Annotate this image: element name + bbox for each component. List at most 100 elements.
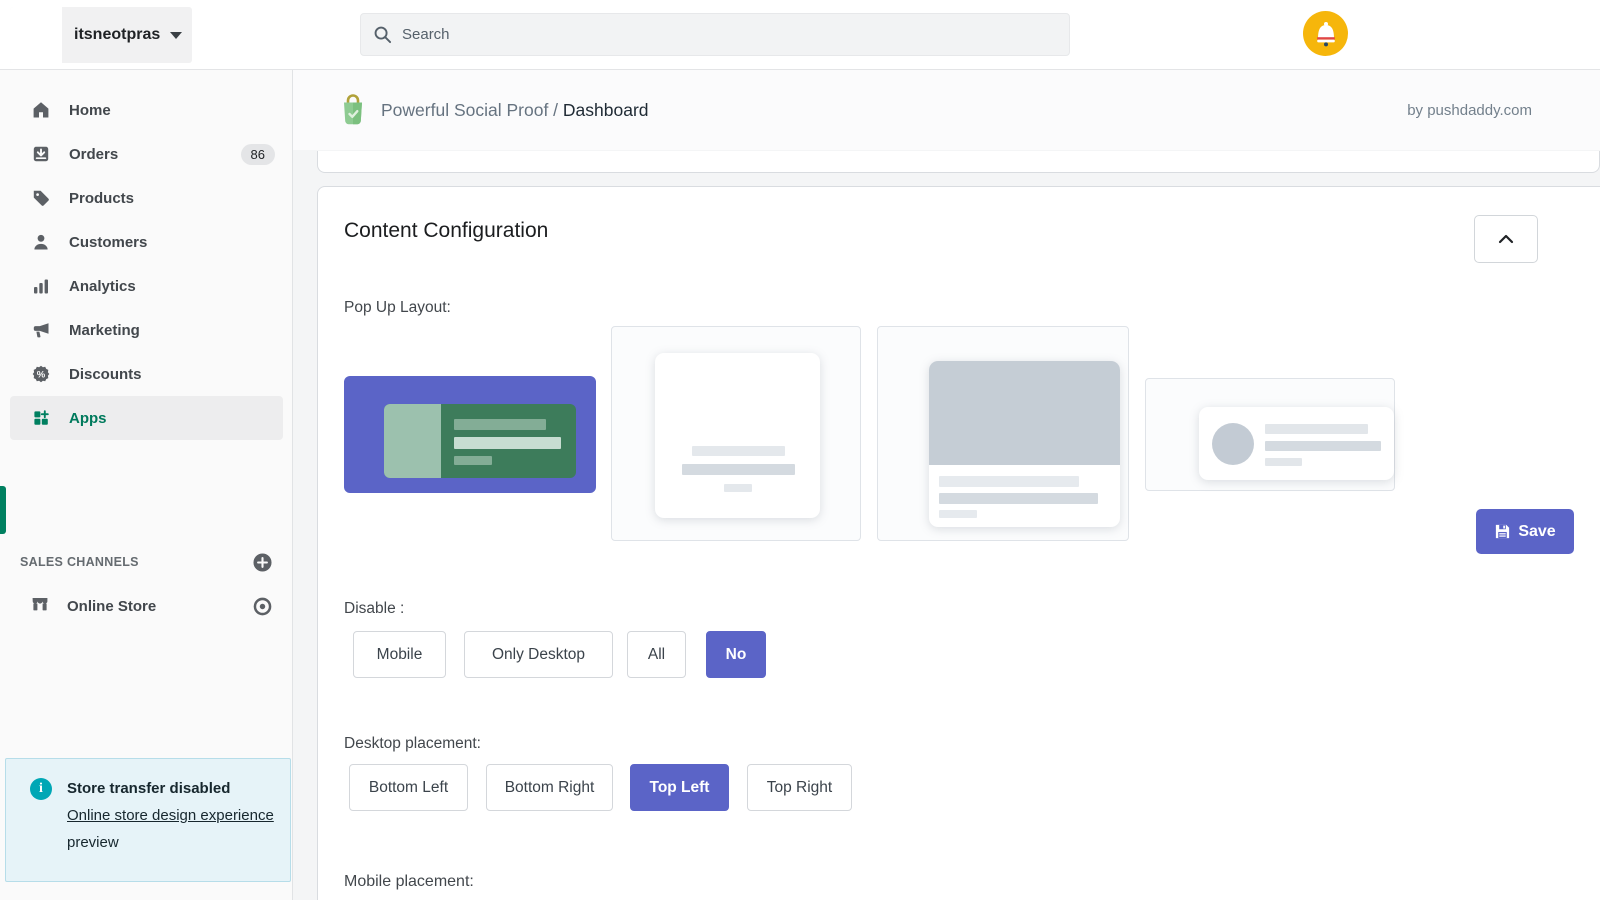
home-icon: [30, 99, 52, 121]
sidebar-item-label: Apps: [69, 410, 107, 427]
chevron-down-icon: [170, 32, 182, 39]
sidebar-item-label: Orders: [69, 146, 118, 163]
popup-preview-image-block: [384, 404, 441, 478]
orders-count-badge: 86: [241, 144, 275, 165]
design-experience-link[interactable]: Online store design experience: [67, 807, 274, 824]
main-content: Powerful Social Proof / Dashboard by pus…: [293, 70, 1600, 900]
sidebar-item-apps[interactable]: Apps: [10, 396, 283, 440]
popup-preview-avatar-circle: [1212, 423, 1254, 465]
sidebar-item-products[interactable]: Products: [0, 176, 293, 220]
byline: by pushdaddy.com: [1407, 102, 1532, 119]
popup-preview-image-block: [929, 361, 1120, 465]
breadcrumb-page-name: Dashboard: [563, 100, 649, 120]
apps-icon: [30, 407, 52, 429]
bar-chart-icon: [30, 275, 52, 297]
save-button-label: Save: [1518, 523, 1555, 541]
sidebar-item-orders[interactable]: Orders 86: [0, 132, 293, 176]
previous-card-fragment: [317, 151, 1600, 173]
notice-suffix: preview: [67, 834, 119, 851]
desktop-placement-bottom-right[interactable]: Bottom Right: [486, 764, 613, 811]
active-indicator-bar: [0, 486, 6, 534]
placeholder-line: [939, 476, 1079, 487]
sidebar: Home Orders 86 Products: [0, 70, 293, 900]
app-bag-icon: [340, 94, 366, 126]
button-label: Bottom Left: [369, 779, 448, 797]
sidebar-item-label: Home: [69, 102, 111, 119]
sidebar-item-analytics[interactable]: Analytics: [0, 264, 293, 308]
discount-icon: %: [30, 363, 52, 385]
popup-preview: [655, 353, 820, 518]
notice-body: Online store design experience preview: [67, 802, 276, 856]
desktop-placement-label: Desktop placement:: [344, 735, 481, 753]
sidebar-item-label: Customers: [69, 234, 147, 251]
search-input[interactable]: [402, 26, 1002, 43]
breadcrumb-separator: /: [548, 100, 563, 120]
chevron-up-icon: [1498, 234, 1514, 244]
sidebar-item-label: Products: [69, 190, 134, 207]
button-label: Top Right: [767, 779, 832, 797]
popup-preview: [1199, 407, 1394, 480]
storefront-icon: [30, 594, 50, 619]
desktop-placement-top-left-selected[interactable]: Top Left: [630, 764, 729, 811]
placeholder-line: [1265, 441, 1381, 451]
disable-option-all[interactable]: All: [627, 631, 686, 678]
button-label: Top Left: [650, 779, 710, 797]
disable-option-no-selected[interactable]: No: [706, 631, 766, 678]
desktop-placement-top-right[interactable]: Top Right: [747, 764, 852, 811]
store-transfer-notice: i Store transfer disabled Online store d…: [5, 758, 291, 882]
save-button[interactable]: Save: [1476, 509, 1574, 554]
mobile-placement-label: Mobile placement:: [344, 873, 474, 891]
placeholder-line: [682, 464, 795, 475]
sidebar-item-customers[interactable]: Customers: [0, 220, 293, 264]
notification-bell-button[interactable]: [1303, 11, 1348, 56]
sales-channels-section: SALES CHANNELS: [0, 548, 293, 576]
popup-layout-label: Pop Up Layout:: [344, 299, 451, 317]
tag-icon: [30, 187, 52, 209]
orders-icon: [30, 143, 52, 165]
sidebar-item-marketing[interactable]: Marketing: [0, 308, 293, 352]
store-switcher[interactable]: itsneotpras: [10, 7, 192, 63]
megaphone-icon: [30, 319, 52, 341]
popup-layout-option-1-selected[interactable]: [344, 376, 596, 493]
save-floppy-icon: [1494, 523, 1511, 540]
person-icon: [30, 231, 52, 253]
button-label: Bottom Right: [505, 779, 595, 797]
search-bar[interactable]: [360, 13, 1070, 56]
content-configuration-card: Content Configuration Pop Up Layout:: [317, 186, 1600, 900]
placeholder-line: [939, 510, 977, 518]
bell-icon: [1313, 20, 1339, 48]
info-icon: i: [30, 778, 52, 800]
disable-option-only-desktop[interactable]: Only Desktop: [464, 631, 613, 678]
disable-option-mobile[interactable]: Mobile: [353, 631, 446, 678]
add-channel-button[interactable]: [252, 552, 273, 573]
placeholder-line: [692, 446, 785, 456]
view-store-eye-button[interactable]: [252, 596, 273, 617]
sidebar-item-online-store[interactable]: Online Store: [0, 584, 293, 628]
popup-layout-option-4[interactable]: [1145, 378, 1395, 491]
popup-layout-option-3[interactable]: [877, 326, 1129, 541]
sidebar-nav: Home Orders 86 Products: [0, 88, 293, 440]
store-name: itsneotpras: [74, 26, 160, 44]
store-avatar: [10, 7, 62, 63]
placeholder-line: [454, 437, 561, 449]
search-icon: [373, 25, 392, 44]
disable-label: Disable :: [344, 600, 404, 618]
sidebar-item-label: Marketing: [69, 322, 140, 339]
popup-layout-option-2[interactable]: [611, 326, 861, 541]
button-label: Only Desktop: [492, 646, 585, 664]
placeholder-line: [1265, 458, 1302, 466]
sidebar-item-discounts[interactable]: % Discounts: [0, 352, 293, 396]
popup-preview: [929, 361, 1120, 527]
sidebar-item-home[interactable]: Home: [0, 88, 293, 132]
placeholder-line: [724, 484, 752, 492]
placeholder-line: [1265, 424, 1368, 434]
button-label: All: [648, 646, 665, 664]
placeholder-line: [454, 419, 546, 430]
collapse-section-button[interactable]: [1474, 215, 1538, 263]
desktop-placement-bottom-left[interactable]: Bottom Left: [349, 764, 468, 811]
section-title: Content Configuration: [344, 219, 548, 243]
popup-preview: [384, 404, 576, 478]
topbar: itsneotpras: [0, 0, 1600, 70]
svg-text:%: %: [37, 369, 46, 380]
sidebar-item-label: Discounts: [69, 366, 142, 383]
